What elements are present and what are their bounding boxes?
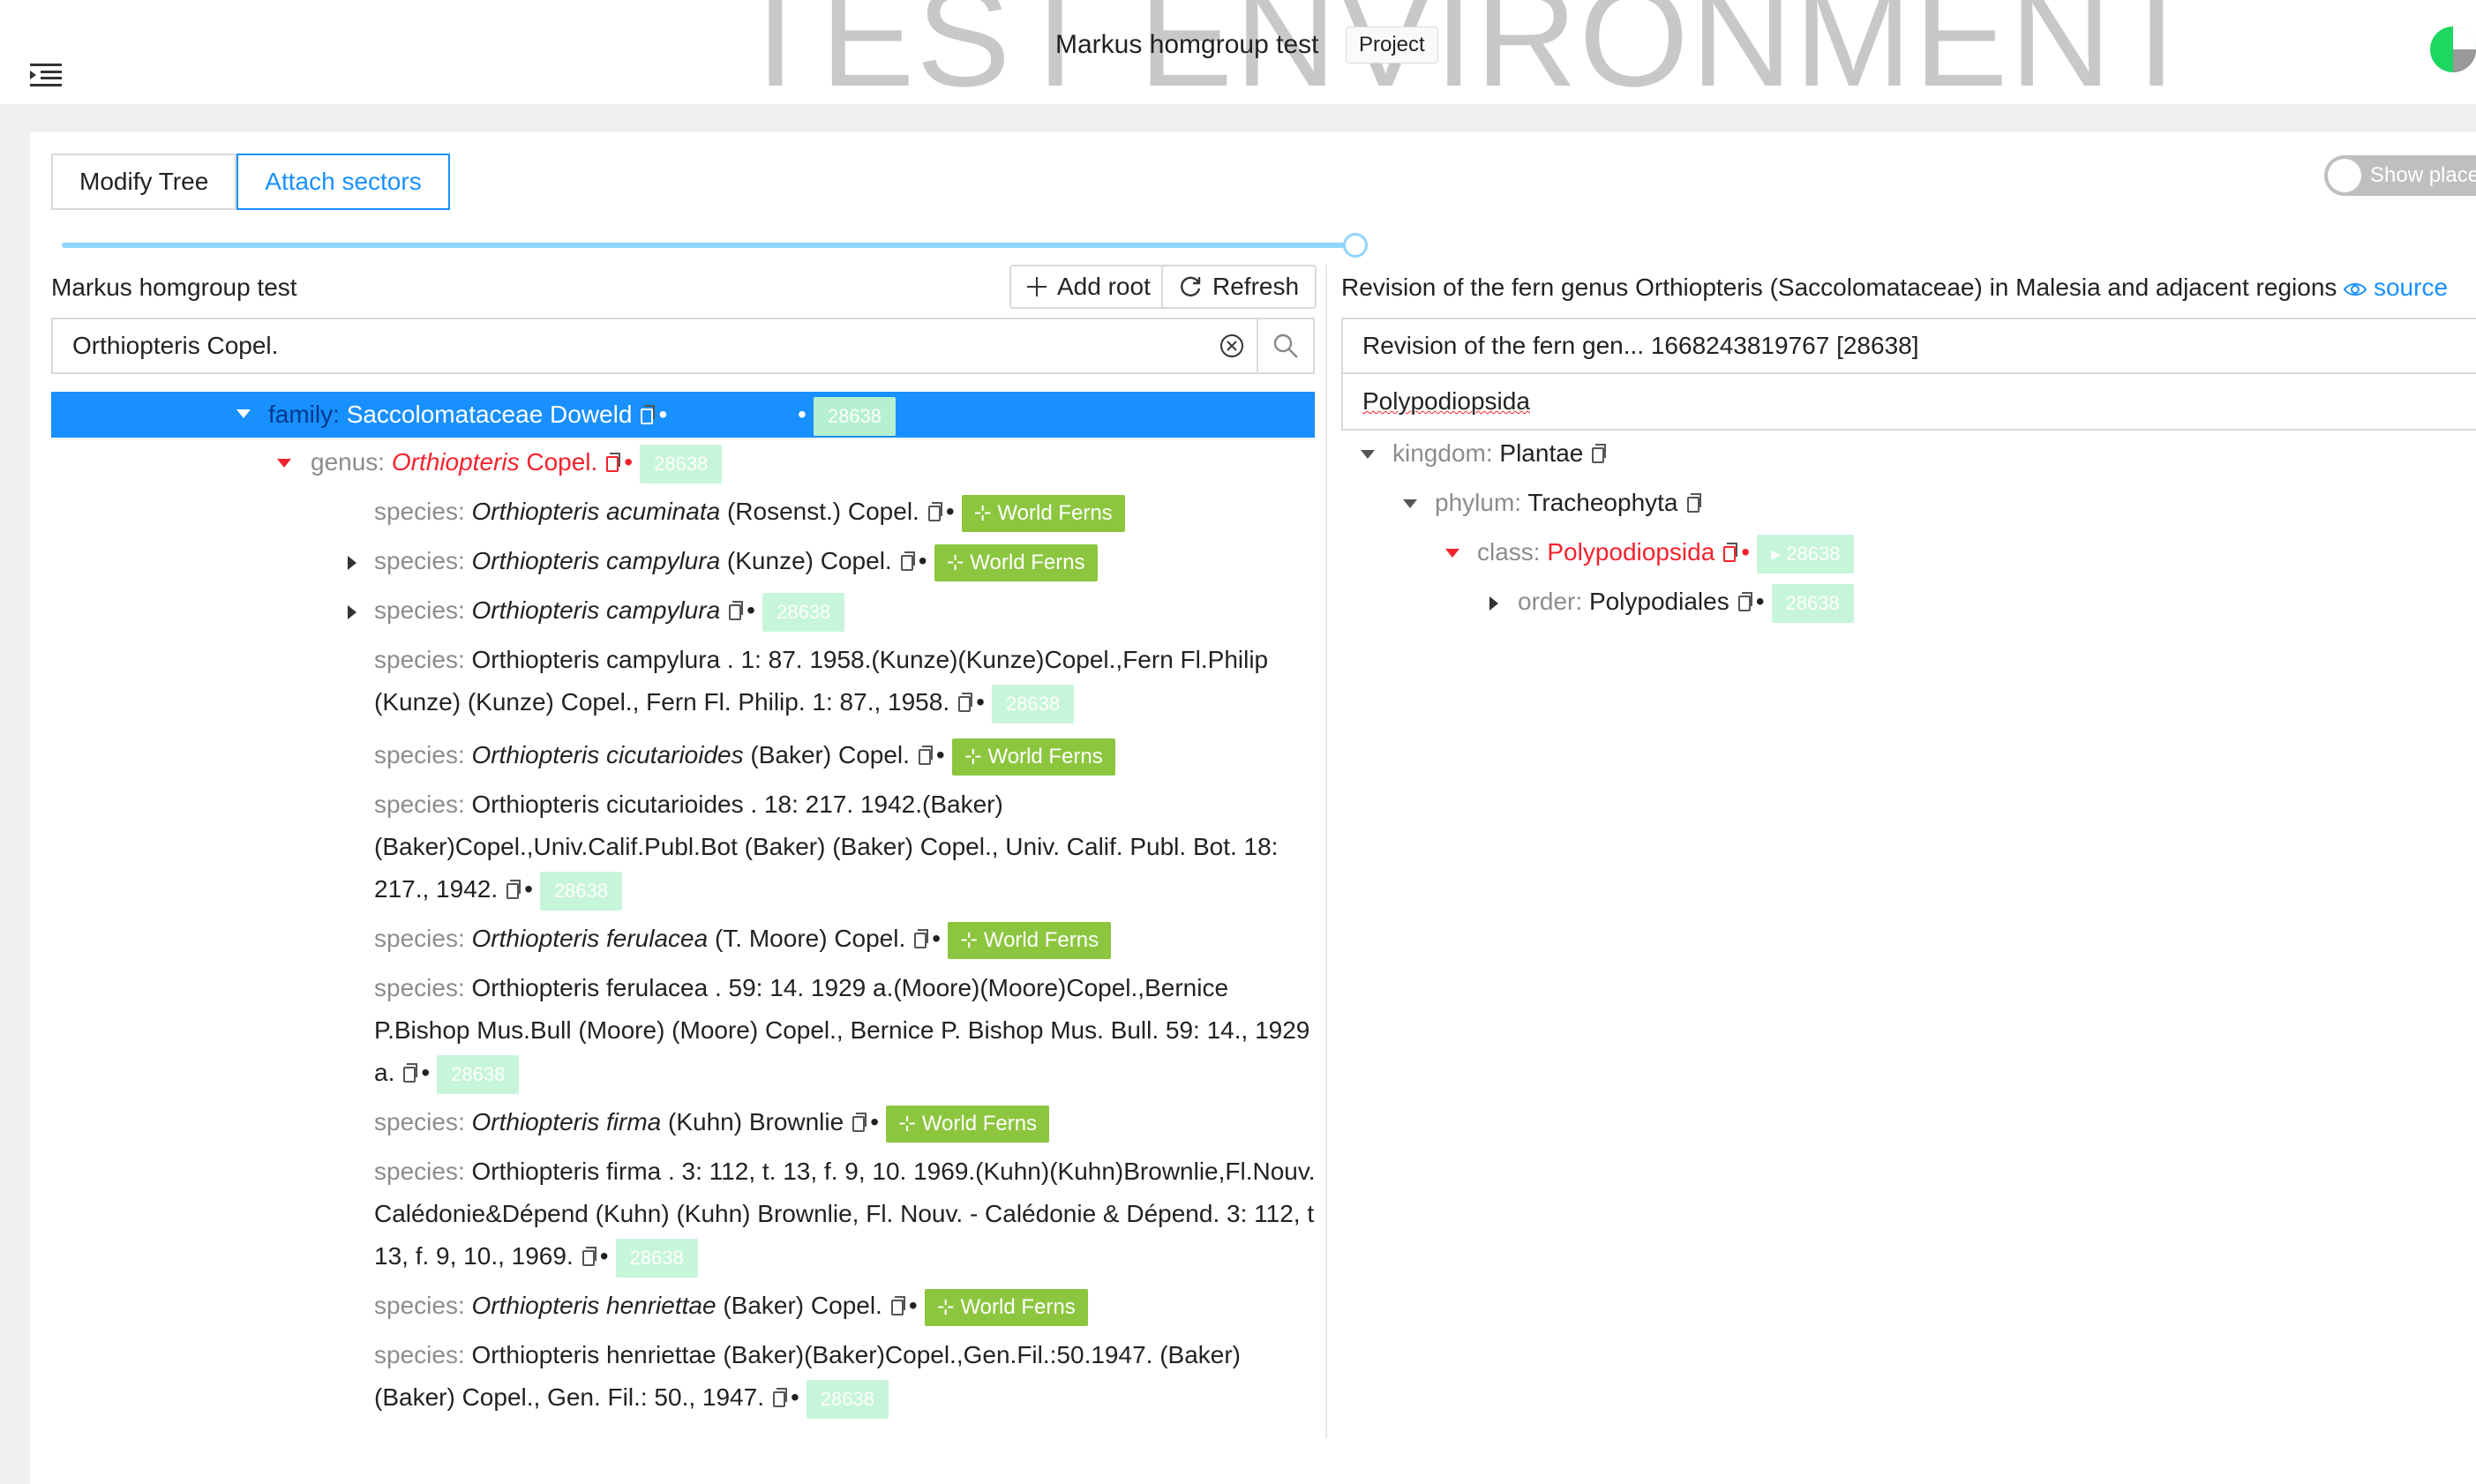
menu-fold-icon[interactable] (30, 62, 62, 88)
slider-handle[interactable] (1343, 233, 1368, 258)
copy-icon[interactable] (1686, 493, 1701, 513)
expand-caret-icon[interactable] (342, 554, 360, 572)
dataset-tag[interactable]: 28638 (640, 444, 723, 483)
plus-icon (1027, 277, 1047, 296)
dataset-tag[interactable]: 28638 (1771, 583, 1854, 623)
collapse-caret-icon[interactable] (235, 406, 252, 423)
search-value: Orthiopteris Copel. (72, 332, 279, 359)
dataset-tag[interactable]: 28638 (539, 871, 623, 911)
slider-track (62, 243, 1355, 248)
dataset-tag[interactable]: 28638 (762, 592, 845, 632)
toggle-knob (2328, 159, 2361, 192)
dataset-select[interactable]: Revision of the fern gen... 166824381976… (1341, 318, 2476, 374)
dataset-tag[interactable]: 28638 (806, 1379, 889, 1419)
copy-icon[interactable] (1737, 592, 1752, 611)
show-placeholders-toggle[interactable]: Show place (2324, 155, 2476, 196)
dataset-tag[interactable]: 28638 (437, 1054, 520, 1094)
copy-icon[interactable] (729, 601, 744, 620)
source-dataset-title: Revision of the fern genus Orthiopteris … (1341, 274, 2449, 301)
taxon-search-input[interactable]: Orthiopteris Copel. (51, 318, 1315, 374)
top-header: TEST ENVIRONMENT Markus homgroup test Pr… (0, 0, 2476, 108)
refresh-icon (1181, 276, 1201, 296)
add-root-label: Add root (1057, 273, 1151, 300)
world-ferns-sector-tag[interactable]: ⊹ World Ferns (924, 1288, 1088, 1326)
source-tree-panel: Revision of the fern genus Orthiopteris … (1341, 265, 2476, 1438)
copy-icon[interactable] (914, 929, 929, 948)
dataset-tag[interactable]: 28638 (813, 396, 897, 436)
toggle-label: Show place (2370, 163, 2476, 187)
copy-icon[interactable] (1723, 543, 1738, 562)
panel-divider (1325, 265, 1327, 1438)
copy-icon[interactable] (606, 453, 621, 472)
copy-icon[interactable] (958, 693, 973, 712)
copy-icon[interactable] (890, 1296, 905, 1315)
project-tree-title: Markus homgroup test (51, 274, 297, 301)
source-link[interactable]: source (2344, 274, 2448, 301)
attach-sectors-button[interactable]: Attach sectors (236, 154, 450, 210)
add-root-button[interactable]: Add root (1009, 265, 1168, 309)
expand-caret-icon[interactable] (342, 603, 360, 621)
mode-toggle-group: Modify Tree Attach sectors (51, 154, 450, 210)
refresh-label: Refresh (1212, 273, 1300, 300)
modify-tree-button[interactable]: Modify Tree (51, 154, 237, 210)
project-tree: family: Saccolomataceae Doweld • • 28638 g… (51, 386, 1315, 1428)
copy-icon[interactable] (900, 551, 915, 571)
family-name: Saccolomataceae Doweld (346, 401, 633, 428)
copy-icon[interactable] (581, 1247, 596, 1266)
app-title: Markus homgroup test (1055, 30, 1319, 59)
world-ferns-sector-tag[interactable]: ⊹ World Ferns (948, 921, 1112, 959)
search-icon (1273, 334, 1298, 358)
project-tree-panel: Markus homgroup test Add root Refresh Or… (51, 265, 1317, 1438)
copy-icon[interactable] (403, 1063, 418, 1083)
panel-split-slider[interactable] (62, 233, 1368, 258)
copy-icon[interactable] (1592, 444, 1607, 463)
dataset-tag[interactable]: ▸ 28638 (1757, 534, 1855, 573)
copy-icon[interactable] (927, 502, 942, 521)
refresh-button[interactable]: Refresh (1161, 265, 1317, 309)
main-card: Modify Tree Attach sectors Show place Ma… (30, 132, 2476, 1484)
source-search-input[interactable]: Polypodiopsida (1341, 374, 2476, 431)
collapse-caret-icon[interactable] (275, 455, 293, 473)
user-avatar-icon[interactable] (2430, 26, 2476, 72)
copy-icon[interactable] (852, 1113, 867, 1132)
environment-watermark: TEST ENVIRONMENT (732, 0, 2202, 116)
tree-node-family[interactable]: family: Saccolomataceae Doweld • • 28638 (51, 392, 1315, 438)
world-ferns-sector-tag[interactable]: ⊹ World Ferns (951, 738, 1115, 776)
copy-icon[interactable] (772, 1388, 787, 1407)
eye-icon (2344, 282, 2367, 296)
world-ferns-sector-tag[interactable]: ⊹ World Ferns (961, 494, 1125, 532)
search-button[interactable] (1257, 319, 1313, 373)
world-ferns-sector-tag[interactable]: ⊹ World Ferns (934, 543, 1098, 581)
project-tag: Project (1346, 26, 1438, 64)
expand-caret-icon[interactable] (1484, 595, 1502, 612)
collapse-caret-icon[interactable] (1401, 496, 1419, 513)
dataset-tag[interactable]: 28638 (615, 1238, 698, 1278)
collapse-caret-icon[interactable] (1359, 446, 1377, 464)
copy-icon[interactable] (506, 880, 521, 899)
clear-search-icon[interactable] (1207, 334, 1257, 358)
copy-icon[interactable] (918, 746, 933, 765)
dataset-tag[interactable]: 28638 (991, 684, 1075, 723)
copy-icon[interactable] (641, 405, 656, 424)
world-ferns-sector-tag[interactable]: ⊹ World Ferns (886, 1105, 1050, 1143)
genus-name: Orthiopteris (391, 448, 520, 476)
collapse-caret-icon[interactable] (1444, 545, 1461, 563)
